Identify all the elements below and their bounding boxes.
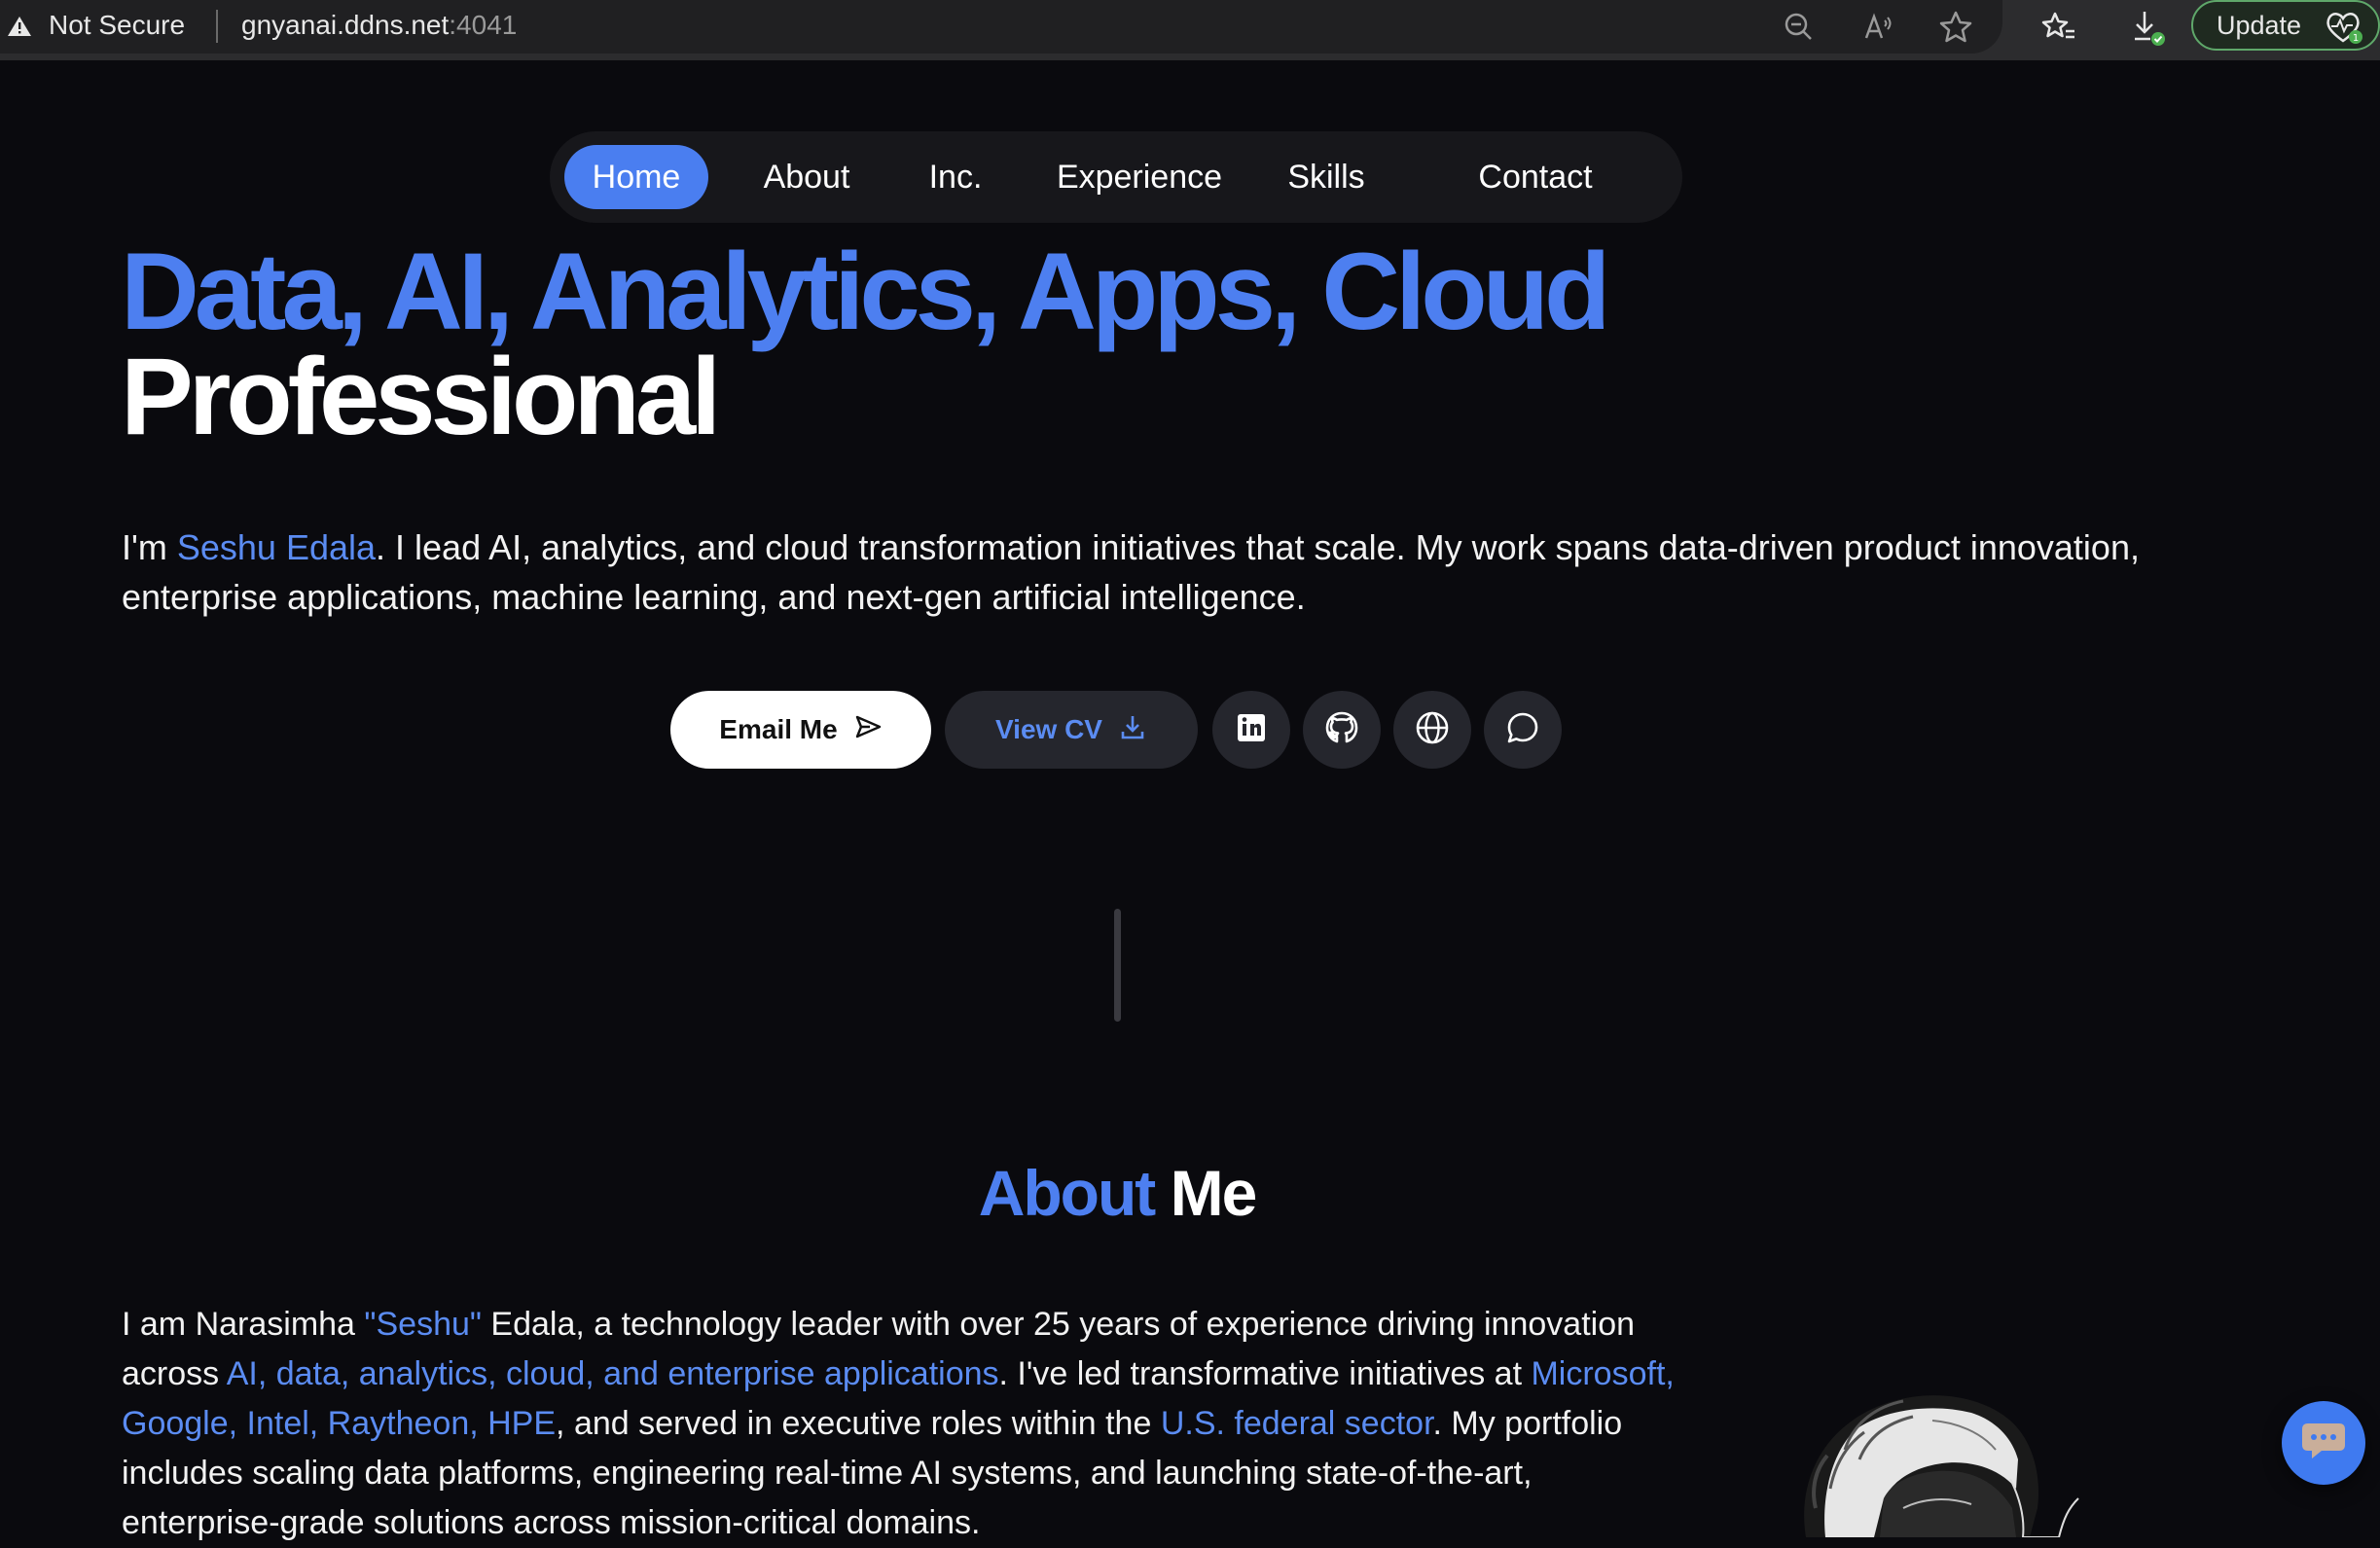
zoom-out-icon[interactable] xyxy=(1780,8,1819,47)
profile-portrait xyxy=(1786,1362,2108,1538)
domains-highlight: AI, data, analytics, cloud, and enterpri… xyxy=(226,1355,999,1392)
nav-home[interactable]: Home xyxy=(564,145,708,209)
download-icon xyxy=(1118,712,1147,748)
favorite-star-icon[interactable] xyxy=(1936,8,1975,47)
heartbeat-icon: 1 xyxy=(2322,8,2364,47)
scroll-indicator xyxy=(1114,909,1121,1022)
email-me-label: Email Me xyxy=(719,714,838,744)
update-button[interactable]: Update 1 xyxy=(2191,0,2380,51)
warning-icon xyxy=(7,15,32,38)
nickname-highlight: "Seshu" xyxy=(364,1306,482,1343)
view-cv-button[interactable]: View CV xyxy=(945,691,1198,769)
github-button[interactable] xyxy=(1303,691,1381,769)
nav-inc[interactable]: Inc. xyxy=(893,145,1018,209)
view-cv-label: View CV xyxy=(995,714,1102,744)
url-text[interactable]: gnyanai.ddns.net:4041 xyxy=(241,10,517,41)
downloads-icon[interactable] xyxy=(2129,8,2168,47)
nav-about[interactable]: About xyxy=(735,145,879,209)
email-me-button[interactable]: Email Me xyxy=(670,691,931,769)
nav-skills[interactable]: Skills xyxy=(1260,145,1392,209)
about-paragraph: I am Narasimha "Seshu" Edala, a technolo… xyxy=(122,1306,1675,1541)
svg-text:1: 1 xyxy=(2353,33,2359,44)
chat-button[interactable] xyxy=(1484,691,1562,769)
federal-highlight: U.S. federal sector xyxy=(1160,1405,1433,1442)
main-nav: Home About Inc. Experience Skills Contac… xyxy=(550,131,1682,223)
read-aloud-icon[interactable] xyxy=(1858,8,1897,47)
github-icon xyxy=(1322,708,1361,752)
browser-toolbar: Not Secure gnyanai.ddns.net:4041 Update … xyxy=(0,0,2380,60)
chat-dots-icon xyxy=(2300,1420,2347,1467)
address-bar[interactable]: Not Secure gnyanai.ddns.net:4041 xyxy=(0,0,2002,54)
website-button[interactable] xyxy=(1393,691,1471,769)
chat-widget-button[interactable] xyxy=(2282,1401,2365,1485)
send-icon xyxy=(853,712,883,748)
nav-experience[interactable]: Experience xyxy=(1034,145,1244,209)
security-status[interactable]: Not Secure xyxy=(49,10,185,41)
hero-title-professional: Professional xyxy=(121,336,721,457)
hero-title: Data, AI, Analytics, Apps, Cloud Profess… xyxy=(121,237,1610,451)
address-divider xyxy=(216,10,218,43)
hero-title-highlight: Data, AI, Analytics, Apps, Cloud xyxy=(121,231,1610,352)
nav-contact[interactable]: Contact xyxy=(1408,145,1663,209)
linkedin-icon xyxy=(1232,708,1271,752)
globe-icon xyxy=(1413,708,1452,752)
favorites-list-icon[interactable] xyxy=(2039,8,2078,47)
hero-intro: I'm Seshu Edala. I lead AI, analytics, a… xyxy=(122,527,2140,617)
linkedin-button[interactable] xyxy=(1212,691,1290,769)
about-heading: About Me xyxy=(978,1157,1258,1229)
chat-icon xyxy=(1503,708,1542,752)
update-label: Update xyxy=(2217,10,2302,40)
intro-name: Seshu Edala xyxy=(176,527,377,567)
